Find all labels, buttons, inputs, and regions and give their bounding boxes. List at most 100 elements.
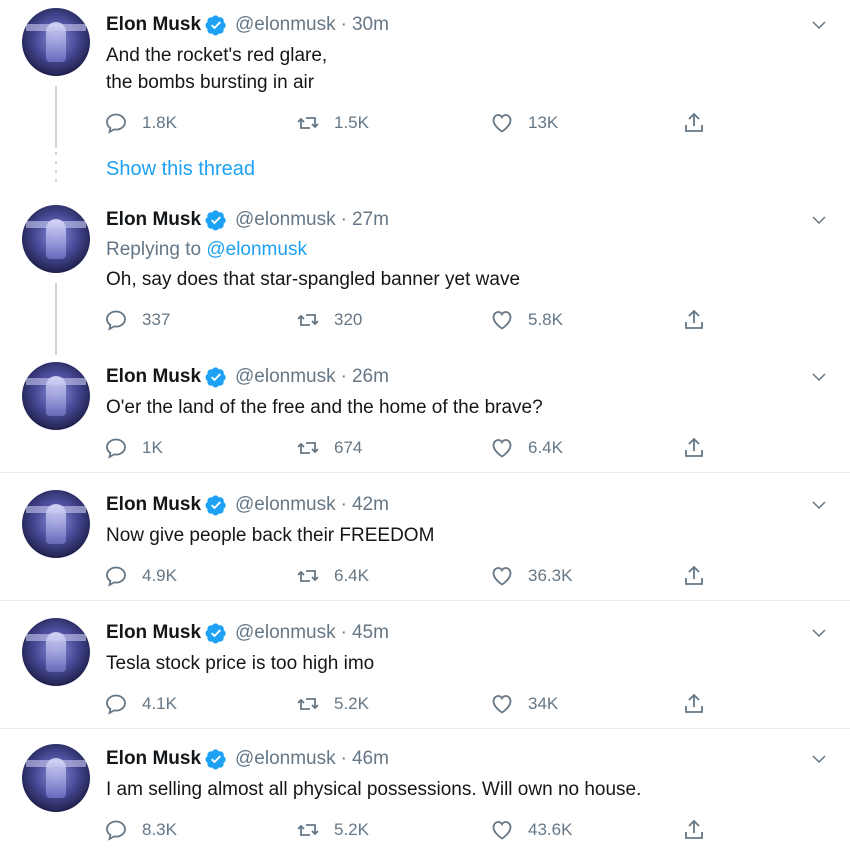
avatar[interactable] xyxy=(22,205,90,273)
avatar[interactable] xyxy=(22,362,90,430)
show-thread-link[interactable]: Show this thread xyxy=(106,158,255,181)
author-handle[interactable]: @elonmusk xyxy=(235,209,336,231)
retweet-icon xyxy=(297,570,319,582)
replying-to-link[interactable]: @elonmusk xyxy=(206,239,307,260)
retweet-button[interactable]: 5.2K xyxy=(296,690,369,718)
avatar[interactable] xyxy=(22,8,90,76)
author-handle[interactable]: @elonmusk xyxy=(235,622,336,644)
like-count: 43.6K xyxy=(528,820,573,839)
like-count: 5.8K xyxy=(528,310,563,329)
reply-button[interactable]: 4.1K xyxy=(104,690,177,718)
verified-badge-icon xyxy=(205,15,226,36)
replying-to-prefix: Replying to xyxy=(106,239,202,260)
timestamp[interactable]: 30m xyxy=(352,14,389,36)
like-button[interactable]: 36.3K xyxy=(490,562,572,590)
tweet[interactable]: Elon Musk @elonmusk · 42m Now give peopl… xyxy=(0,480,850,600)
chevron-down-icon[interactable] xyxy=(810,16,828,34)
chevron-down-icon[interactable] xyxy=(810,211,828,229)
tweet-actions: 8.3K 5.2K 43.6K xyxy=(104,816,724,844)
share-button[interactable] xyxy=(682,690,720,718)
reply-button[interactable]: 1K xyxy=(104,434,163,462)
tweet-actions: 4.1K 5.2K 34K xyxy=(104,690,724,718)
tweet[interactable]: Elon Musk @elonmusk · 30m And the rocket… xyxy=(0,0,850,182)
tweet[interactable]: Elon Musk @elonmusk · 45m Tesla stock pr… xyxy=(0,608,850,728)
separator-dot: · xyxy=(340,209,347,230)
like-count: 34K xyxy=(528,694,559,713)
retweet-icon xyxy=(297,442,319,454)
heart-icon xyxy=(492,695,512,714)
heart-icon xyxy=(492,311,512,330)
author-name[interactable]: Elon Musk xyxy=(106,209,201,231)
author-name[interactable]: Elon Musk xyxy=(106,14,201,36)
heart-icon xyxy=(492,439,512,458)
like-button[interactable]: 43.6K xyxy=(490,816,572,844)
like-count: 36.3K xyxy=(528,566,573,585)
retweet-count: 5.2K xyxy=(334,820,369,839)
tweet[interactable]: Elon Musk @elonmusk · 46m I am selling a… xyxy=(0,736,850,852)
timestamp[interactable]: 46m xyxy=(352,748,389,770)
timestamp[interactable]: 42m xyxy=(352,494,389,516)
tweet-actions: 4.9K 6.4K 36.3K xyxy=(104,562,724,590)
chevron-down-icon[interactable] xyxy=(810,750,828,768)
reply-button[interactable]: 337 xyxy=(104,306,170,334)
tweet-header: Elon Musk @elonmusk · 42m xyxy=(106,494,389,516)
reply-button[interactable]: 8.3K xyxy=(104,816,177,844)
tweet-header: Elon Musk @elonmusk · 26m xyxy=(106,366,389,388)
share-button[interactable] xyxy=(682,306,720,334)
share-button[interactable] xyxy=(682,109,720,137)
verified-badge-icon xyxy=(205,367,226,388)
chevron-down-icon[interactable] xyxy=(810,496,828,514)
retweet-button[interactable]: 5.2K xyxy=(296,816,369,844)
reply-button[interactable]: 1.8K xyxy=(104,109,177,137)
retweet-button[interactable]: 6.4K xyxy=(296,562,369,590)
chevron-down-icon[interactable] xyxy=(810,368,828,386)
retweet-button[interactable]: 320 xyxy=(296,306,362,334)
reply-button[interactable]: 4.9K xyxy=(104,562,177,590)
author-handle[interactable]: @elonmusk xyxy=(235,748,336,770)
share-icon xyxy=(685,112,703,132)
retweet-button[interactable]: 674 xyxy=(296,434,362,462)
tweet-actions: 1.8K 1.5K 13K xyxy=(104,109,724,137)
retweet-count: 320 xyxy=(334,310,363,329)
heart-icon xyxy=(492,567,512,586)
author-name[interactable]: Elon Musk xyxy=(106,622,201,644)
like-button[interactable]: 5.8K xyxy=(490,306,563,334)
tweet[interactable]: Elon Musk @elonmusk · 27m Replying to @e… xyxy=(0,195,850,355)
avatar[interactable] xyxy=(22,490,90,558)
retweet-button[interactable]: 1.5K xyxy=(296,109,369,137)
timestamp[interactable]: 45m xyxy=(352,622,389,644)
tweet[interactable]: Elon Musk @elonmusk · 26m O'er the land … xyxy=(0,352,850,472)
reply-count: 4.1K xyxy=(142,694,177,713)
retweet-count: 674 xyxy=(334,438,363,457)
retweet-icon xyxy=(297,117,319,129)
share-icon xyxy=(685,437,703,457)
avatar[interactable] xyxy=(22,744,90,812)
share-icon xyxy=(685,693,703,713)
like-button[interactable]: 6.4K xyxy=(490,434,563,462)
like-count: 13K xyxy=(528,113,559,132)
author-name[interactable]: Elon Musk xyxy=(106,748,201,770)
share-button[interactable] xyxy=(682,816,720,844)
timestamp[interactable]: 27m xyxy=(352,209,389,231)
reply-count: 1.8K xyxy=(142,113,177,132)
heart-icon xyxy=(492,114,512,133)
chevron-down-icon[interactable] xyxy=(810,624,828,642)
author-handle[interactable]: @elonmusk xyxy=(235,494,336,516)
tweet-divider xyxy=(0,728,850,729)
author-handle[interactable]: @elonmusk xyxy=(235,366,336,388)
like-button[interactable]: 13K xyxy=(490,109,558,137)
tweet-text-line: O'er the land of the free and the home o… xyxy=(106,397,543,418)
author-handle[interactable]: @elonmusk xyxy=(235,14,336,36)
reply-icon xyxy=(106,113,126,134)
share-button[interactable] xyxy=(682,434,720,462)
timestamp[interactable]: 26m xyxy=(352,366,389,388)
retweet-count: 5.2K xyxy=(334,694,369,713)
tweet-actions: 337 320 5.8K xyxy=(104,306,724,334)
author-name[interactable]: Elon Musk xyxy=(106,494,201,516)
share-button[interactable] xyxy=(682,562,720,590)
like-button[interactable]: 34K xyxy=(490,690,558,718)
reply-count: 337 xyxy=(142,310,171,329)
replying-to: Replying to @elonmusk xyxy=(106,239,307,261)
author-name[interactable]: Elon Musk xyxy=(106,366,201,388)
avatar[interactable] xyxy=(22,618,90,686)
